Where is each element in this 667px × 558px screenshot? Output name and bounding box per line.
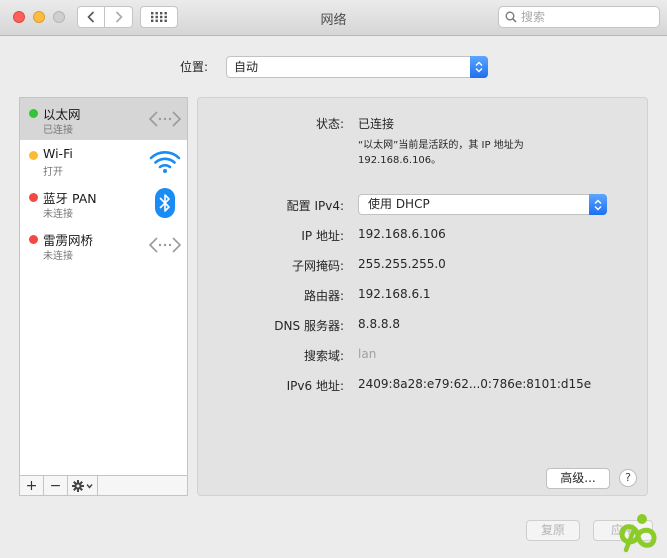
status-label: 状态: (315, 117, 344, 131)
location-select[interactable]: 自动 (226, 56, 488, 78)
service-name: Wi-Fi (43, 146, 73, 161)
service-list-toolbar: + − (20, 475, 187, 495)
advanced-button[interactable]: 高级... (546, 468, 610, 489)
search-input[interactable] (521, 10, 651, 24)
subnet-mask-value: 255.255.255.0 (358, 257, 446, 271)
action-menu-button[interactable] (68, 476, 98, 495)
service-item-ethernet[interactable]: 以太网 已连接 (20, 98, 187, 140)
router-value: 192.168.6.1 (358, 287, 431, 301)
search-field[interactable] (498, 6, 660, 28)
location-stepper (470, 56, 488, 78)
service-item-bluetooth-pan[interactable]: 蓝牙 PAN 未连接 (20, 182, 187, 224)
ip-address-value: 192.168.6.106 (358, 227, 446, 241)
search-domain-value: lan (358, 347, 377, 361)
dns-server-value: 8.8.8.8 (358, 317, 400, 331)
ipv6-address-label: IPv6 地址: (286, 379, 344, 393)
chevron-down-icon (85, 483, 93, 489)
router-label: 路由器: (303, 289, 344, 303)
title-bar: 网络 (0, 0, 667, 36)
status-value: 已连接 (358, 117, 395, 131)
dns-server-label: DNS 服务器: (274, 319, 344, 333)
search-domain-label: 搜索域: (303, 349, 344, 363)
service-status: 未连接 (43, 209, 73, 220)
service-status: 已连接 (43, 125, 73, 136)
service-list: 以太网 已连接 Wi-Fi 打开 蓝牙 PAN 未连接 雷雳网桥 未连接 + − (19, 97, 188, 496)
up-down-arrows-icon (475, 61, 483, 73)
ip-address-label: IP 地址: (301, 229, 344, 243)
help-button[interactable]: ? (619, 469, 637, 487)
config-ipv4-value: 使用 DHCP (368, 197, 430, 211)
status-dot (29, 151, 38, 160)
config-ipv4-label: 配置 IPv4: (286, 199, 344, 213)
config-ipv4-select[interactable]: 使用 DHCP (358, 194, 607, 215)
network-preferences-window: 网络 位置: 自动 以太网 已连接 Wi-Fi 打 (0, 0, 667, 558)
location-value: 自动 (234, 60, 259, 74)
status-description-line: 192.168.6.106。 (358, 155, 442, 166)
status-description: “以太网”当前是活跃的，其 IP 地址为 192.168.6.106。 (358, 138, 578, 168)
gear-icon (71, 479, 93, 492)
up-down-arrows-icon (594, 199, 602, 210)
subnet-mask-label: 子网掩码: (291, 259, 344, 273)
service-status: 未连接 (43, 251, 73, 262)
detail-panel: 状态: 已连接 “以太网”当前是活跃的，其 IP 地址为 192.168.6.1… (197, 97, 648, 496)
ethernet-arrows-icon (148, 111, 182, 127)
status-dot (29, 109, 38, 118)
ethernet-arrows-icon (148, 237, 182, 253)
remove-service-button[interactable]: − (44, 476, 68, 495)
add-service-button[interactable]: + (20, 476, 44, 495)
service-item-thunderbolt-bridge[interactable]: 雷雳网桥 未连接 (20, 224, 187, 266)
wifi-icon (149, 151, 181, 173)
bluetooth-icon (155, 188, 175, 218)
search-icon (505, 11, 517, 23)
watermark-logo-icon (619, 514, 657, 553)
location-label: 位置: (180, 60, 209, 74)
revert-button[interactable]: 复原 (526, 520, 580, 541)
status-dot (29, 235, 38, 244)
status-description-line: “以太网”当前是活跃的，其 IP 地址为 (358, 140, 524, 151)
service-item-wifi[interactable]: Wi-Fi 打开 (20, 140, 187, 182)
config-ipv4-stepper (589, 194, 607, 215)
status-dot (29, 193, 38, 202)
ipv6-address-value: 2409:8a28:e79:62...0:786e:8101:d15e (358, 377, 592, 391)
service-status: 打开 (43, 167, 63, 178)
